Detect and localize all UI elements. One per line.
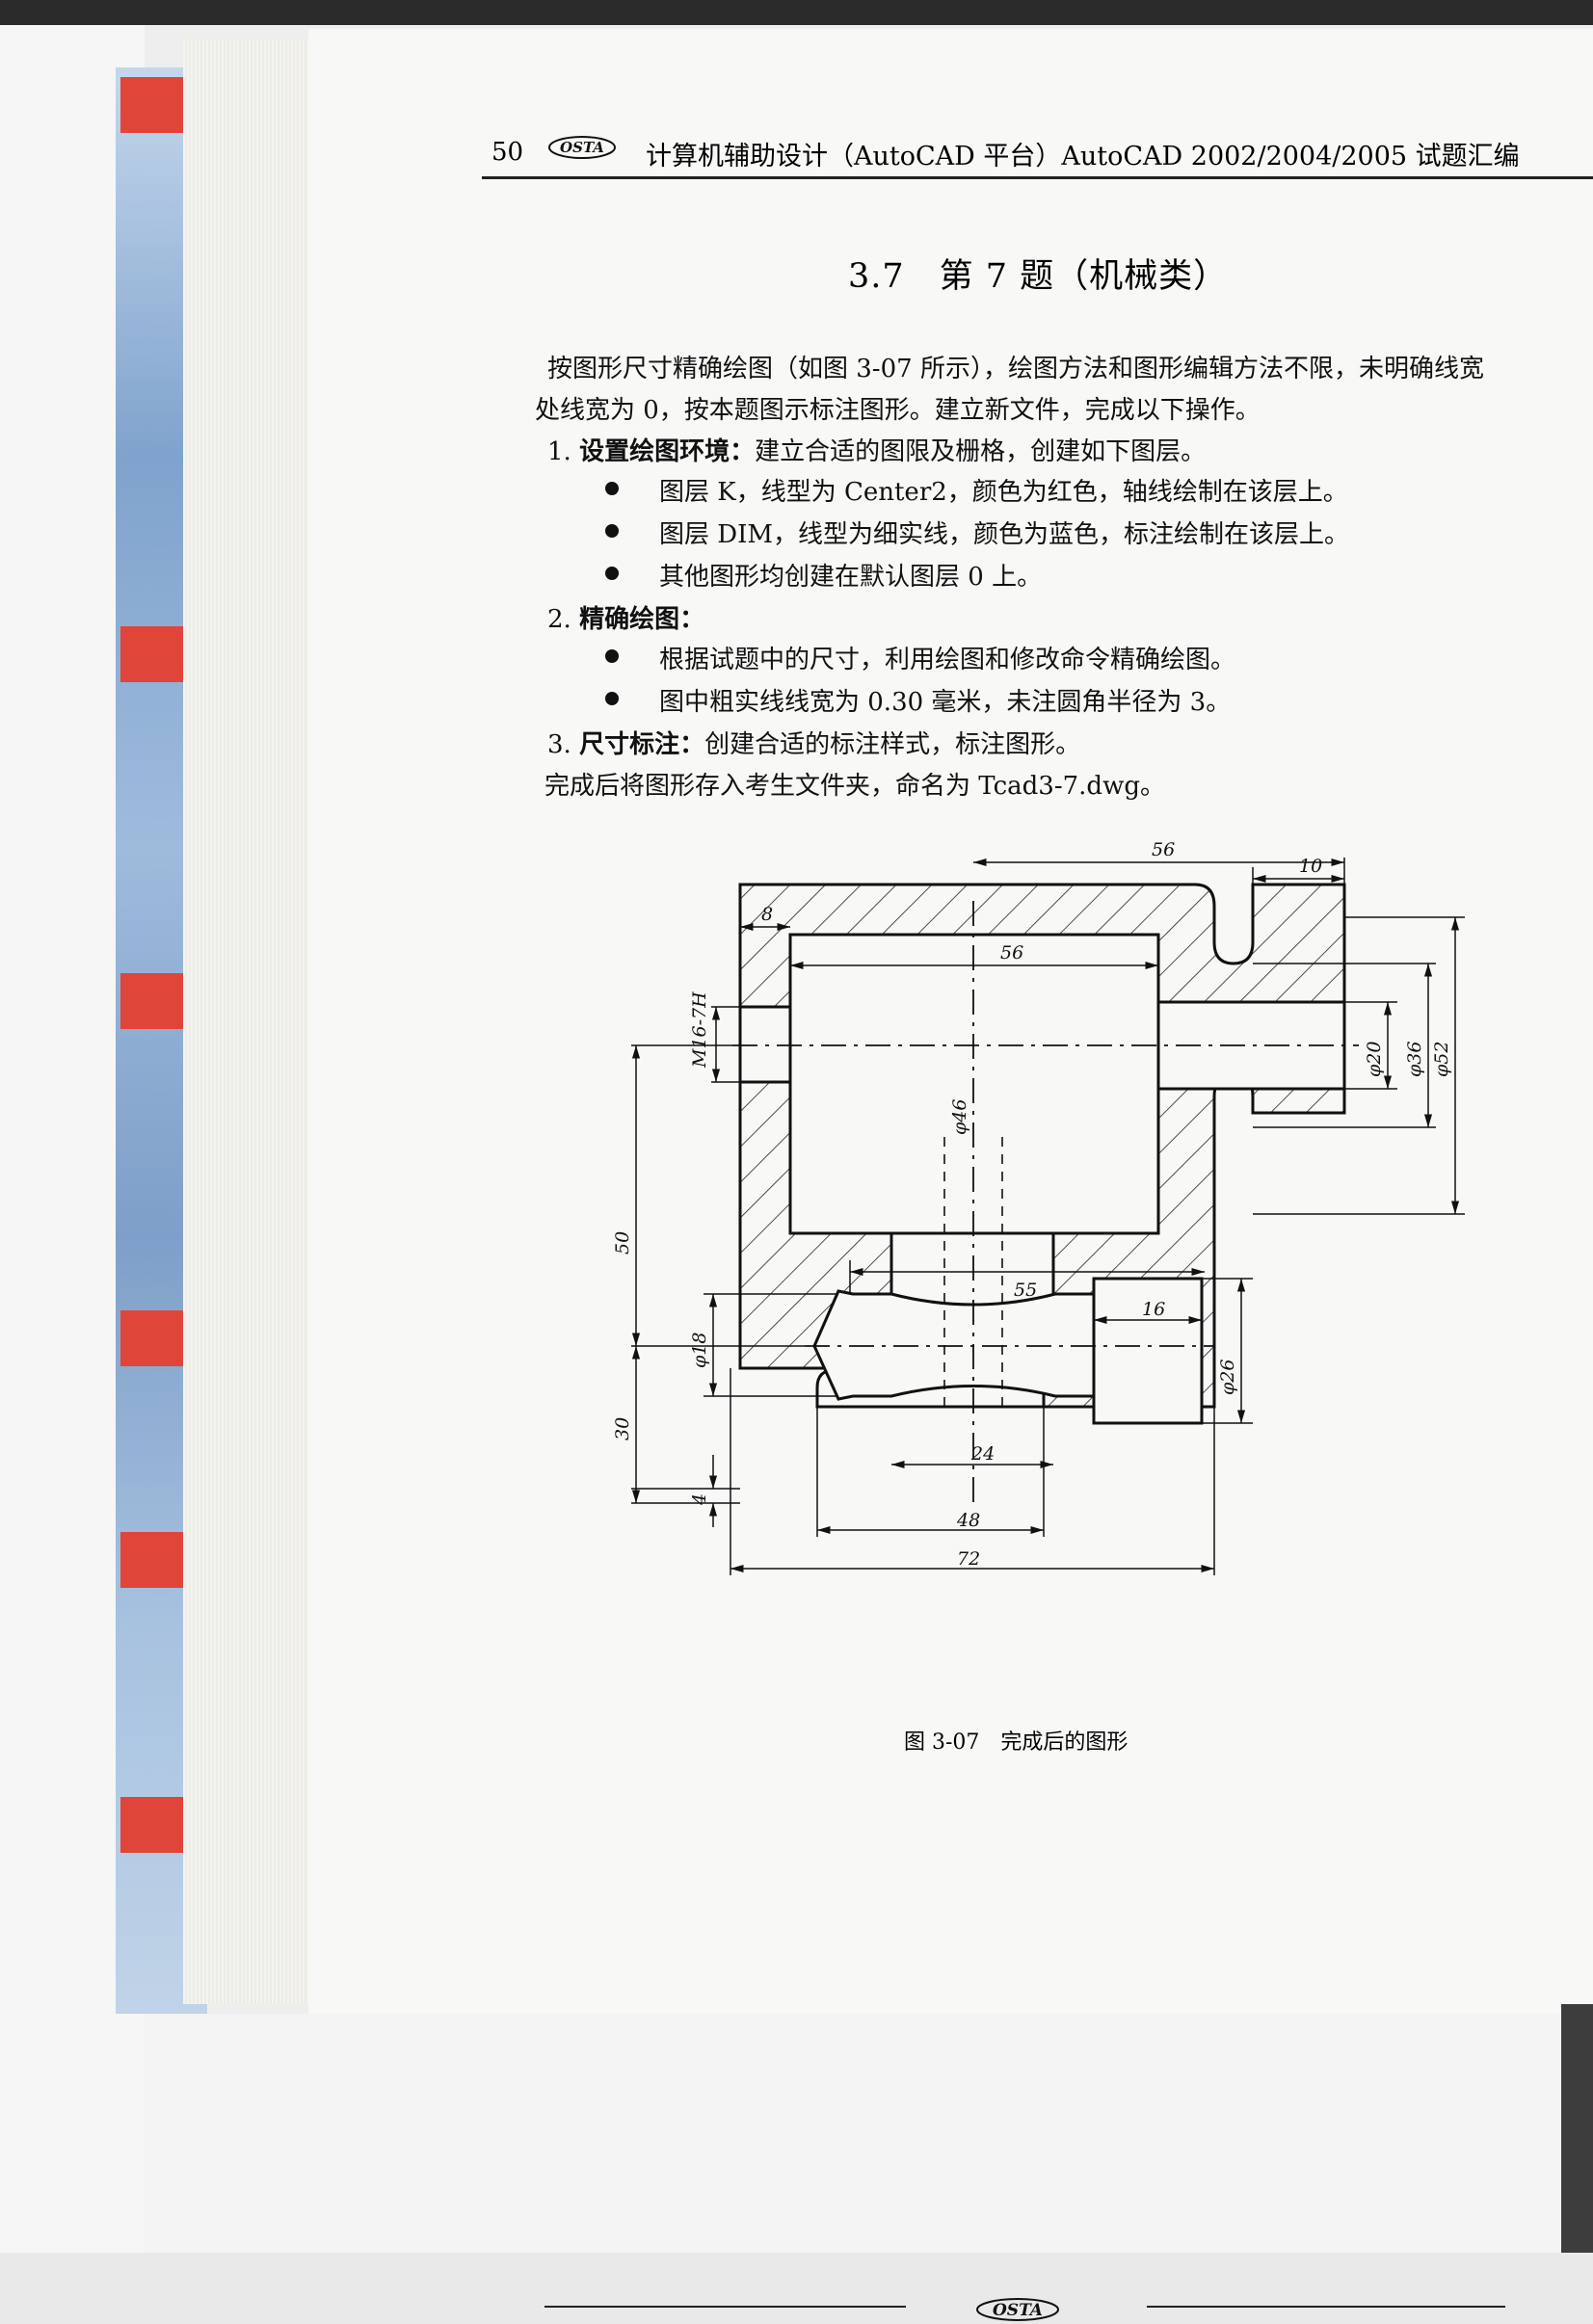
step-3: 3. 尺寸标注：创建合适的标注样式，标注图形。 xyxy=(547,725,1080,760)
footer-rule-left xyxy=(544,2306,906,2308)
dim-m16: M16-7H xyxy=(689,991,710,1069)
dim-48: 48 xyxy=(956,1510,980,1531)
figure-caption: 图 3-07 完成后的图形 xyxy=(904,1730,1128,1755)
cavity-phi46 xyxy=(788,933,1160,1235)
cover-red-mark xyxy=(120,77,188,133)
step-3-number: 3. xyxy=(547,730,571,759)
dim-8: 8 xyxy=(761,904,773,925)
scanner-bed xyxy=(145,2014,1593,2253)
dim-50: 50 xyxy=(612,1231,633,1254)
dim-10: 10 xyxy=(1299,856,1322,877)
dim-phi20: φ20 xyxy=(1364,1042,1385,1077)
drill-phi18 xyxy=(812,1289,1096,1401)
dim-72: 72 xyxy=(957,1548,980,1570)
dim-56-top: 56 xyxy=(1152,839,1175,860)
cover-red-mark xyxy=(120,1532,188,1588)
step-1-bullet-1: 图层 K，线型为 Center2，颜色为红色，轴线绘制在该层上。 xyxy=(659,478,1348,507)
dim-56-inner: 56 xyxy=(1000,942,1023,964)
bullet-icon xyxy=(605,567,619,580)
dim-phi46: φ46 xyxy=(949,1099,970,1135)
threaded-hole xyxy=(738,1005,792,1084)
step-1-bullet-2: 图层 DIM，线型为细实线，颜色为蓝色，标注绘制在该层上。 xyxy=(659,520,1350,549)
scan-corner-shadow xyxy=(1561,2004,1593,2253)
cover-red-mark xyxy=(120,973,188,1029)
dim-phi36: φ36 xyxy=(1404,1042,1425,1077)
step-3-text: 创建合适的标注样式，标注图形。 xyxy=(704,730,1081,759)
running-header-title: 计算机辅助设计（AutoCAD 平台）AutoCAD 2002/2004/200… xyxy=(646,142,1520,172)
intro-line-2: 处线宽为 0，按本题图示标注图形。建立新文件，完成以下操作。 xyxy=(535,396,1261,425)
step-3-heading: 尺寸标注： xyxy=(579,730,705,759)
dim-55: 55 xyxy=(1014,1280,1037,1301)
page-stack-edge xyxy=(183,39,318,2004)
cover-red-mark xyxy=(120,1797,188,1853)
step-2-number: 2. xyxy=(547,605,571,634)
page-number: 50 xyxy=(491,138,524,167)
dim-16: 16 xyxy=(1142,1299,1165,1320)
bullet-icon xyxy=(605,524,619,538)
svg-text:OSTA: OSTA xyxy=(560,139,604,156)
step-2: 2. 精确绘图： xyxy=(547,599,704,635)
step-2-bullet-1: 根据试题中的尺寸，利用绘图和修改命令精确绘图。 xyxy=(659,646,1236,674)
svg-text:OSTA: OSTA xyxy=(993,2301,1043,2320)
step-1: 1. 设置绘图环境：建立合适的图限及栅格，创建如下图层。 xyxy=(547,432,1206,467)
step-1-number: 1. xyxy=(547,437,571,466)
footer-rule-right xyxy=(1147,2306,1505,2308)
dim-30: 30 xyxy=(612,1417,633,1440)
dim-phi18: φ18 xyxy=(689,1333,710,1368)
dim-phi26: φ26 xyxy=(1217,1360,1238,1395)
bullet-icon xyxy=(605,649,619,663)
dim-phi52: φ52 xyxy=(1431,1042,1452,1077)
mechanical-drawing: 56 10 8 56 M16-7H φ46 φ20 φ36 φ52 50 55 … xyxy=(612,839,1465,1575)
bullet-icon xyxy=(605,692,619,705)
dim-24: 24 xyxy=(970,1443,995,1465)
intro-line-1: 按图形尺寸精确绘图（如图 3-07 所示），绘图方法和图形编辑方法不限，未明确线… xyxy=(547,355,1484,383)
bullet-icon xyxy=(605,482,619,495)
final-instruction: 完成后将图形存入考生文件夹，命名为 Tcad3-7.dwg。 xyxy=(544,772,1165,801)
step-1-text: 建立合适的图限及栅格，创建如下图层。 xyxy=(755,437,1207,466)
step-1-bullet-3: 其他图形均创建在默认图层 0 上。 xyxy=(659,563,1043,592)
step-2-bullet-2: 图中粗实线线宽为 0.30 毫米，未注圆角半径为 3。 xyxy=(659,688,1232,717)
cover-red-mark xyxy=(120,626,188,682)
scan-top-edge xyxy=(0,0,1593,25)
step-2-heading: 精确绘图： xyxy=(579,605,705,634)
cover-red-mark xyxy=(120,1310,188,1366)
osta-logo-icon: OSTA xyxy=(548,136,616,159)
header-rule xyxy=(482,176,1593,179)
osta-footer-logo-icon: OSTA xyxy=(976,2298,1059,2321)
step-1-heading: 设置绘图环境： xyxy=(579,437,756,466)
dim-4: 4 xyxy=(689,1493,710,1506)
section-title: 3.7 第 7 题（机械类） xyxy=(848,257,1229,296)
